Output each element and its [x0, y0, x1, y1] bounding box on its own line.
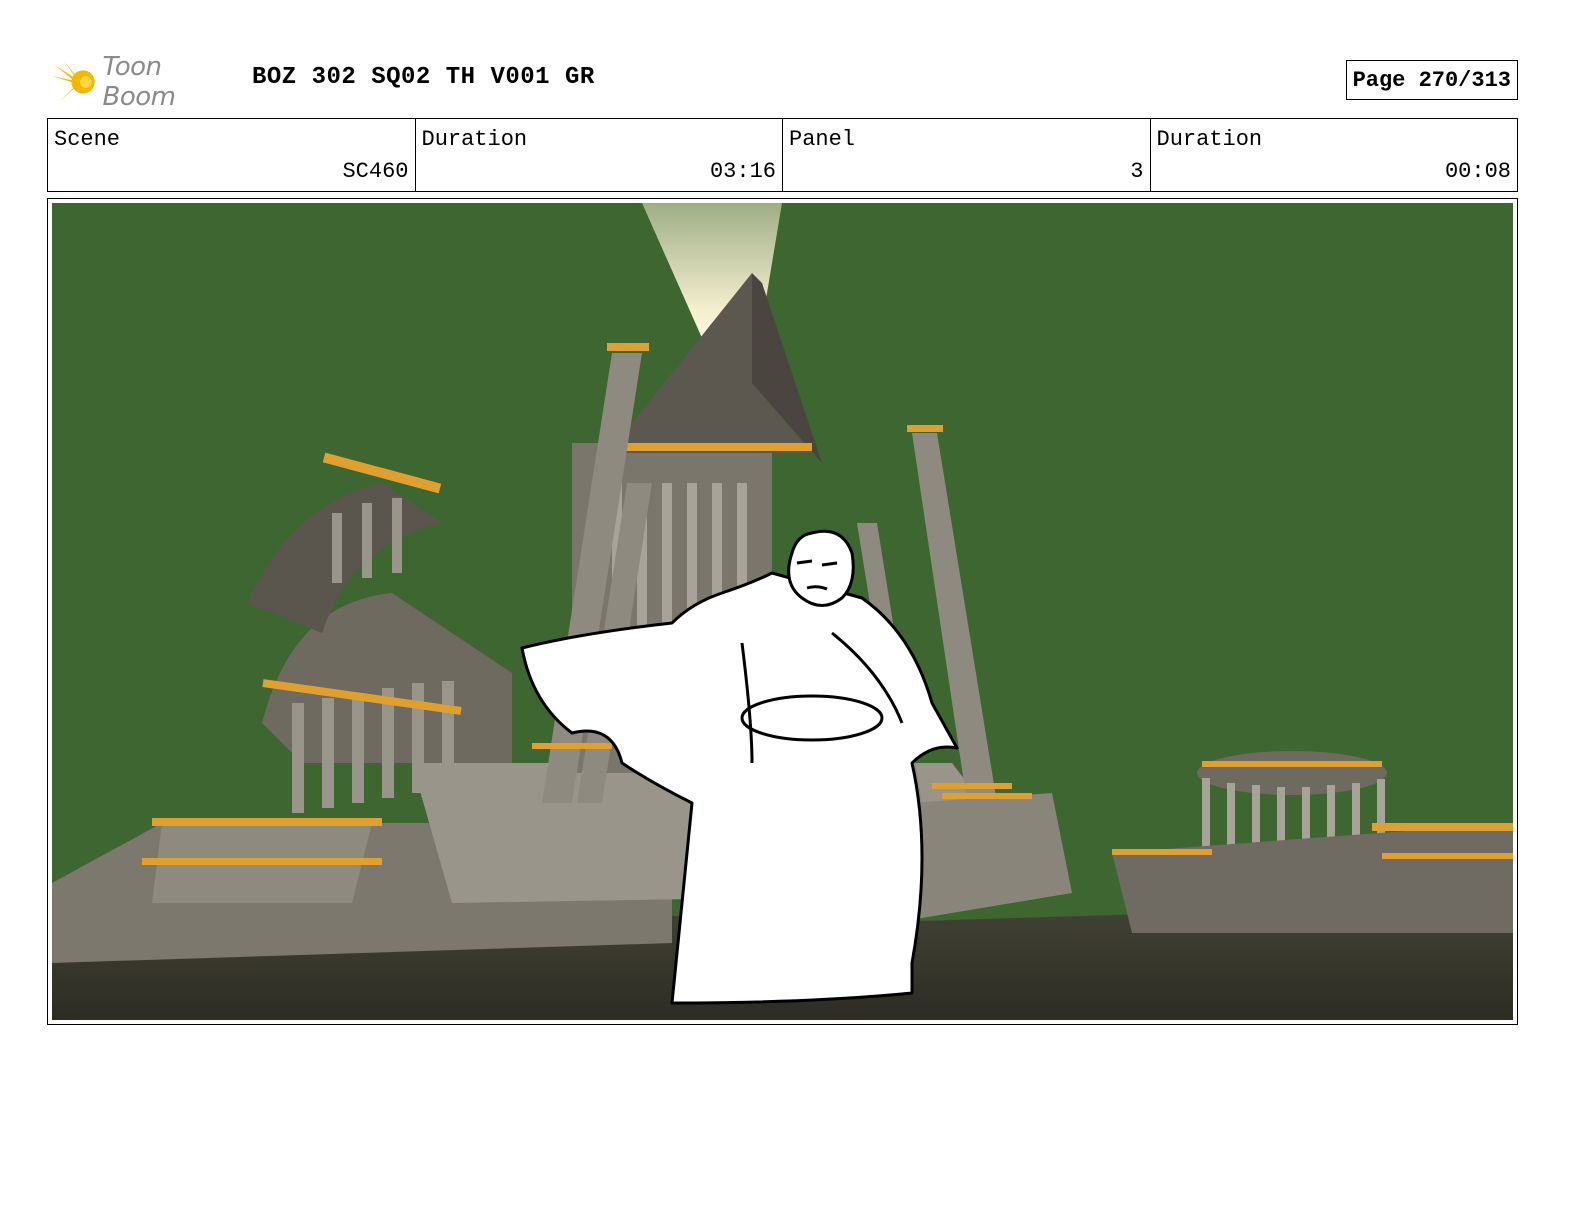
scene-info-table: Scene SC460 Duration 03:16 Panel 3 Durat…	[47, 118, 1518, 192]
panel-value: 3	[1130, 159, 1144, 184]
scene-duration-label: Duration	[421, 127, 528, 152]
storyboard-panel-image	[52, 203, 1513, 1020]
scene-duration-value: 03:16	[709, 159, 776, 184]
starburst-icon	[52, 60, 95, 102]
temple-scene-illustration	[52, 203, 1513, 1020]
scene-duration-cell: Duration 03:16	[416, 119, 783, 191]
scene-value: SC460	[342, 159, 409, 184]
storyboard-panel-frame	[47, 198, 1518, 1025]
logo-text: Toon Boom	[102, 52, 176, 112]
toon-boom-logo: Toon Boom	[52, 52, 238, 112]
panel-duration-value: 00:08	[1444, 159, 1511, 184]
panel-duration-cell: Duration 00:08	[1151, 119, 1518, 191]
scene-cell: Scene SC460	[48, 119, 416, 191]
document-title: BOZ 302 SQ02 TH V001 GR	[252, 64, 595, 91]
page-indicator: Page 270/313	[1345, 60, 1518, 100]
panel-cell: Panel 3	[783, 119, 1151, 191]
panel-duration-label: Duration	[1156, 127, 1263, 152]
panel-label: Panel	[789, 127, 856, 152]
scene-label: Scene	[54, 127, 121, 152]
